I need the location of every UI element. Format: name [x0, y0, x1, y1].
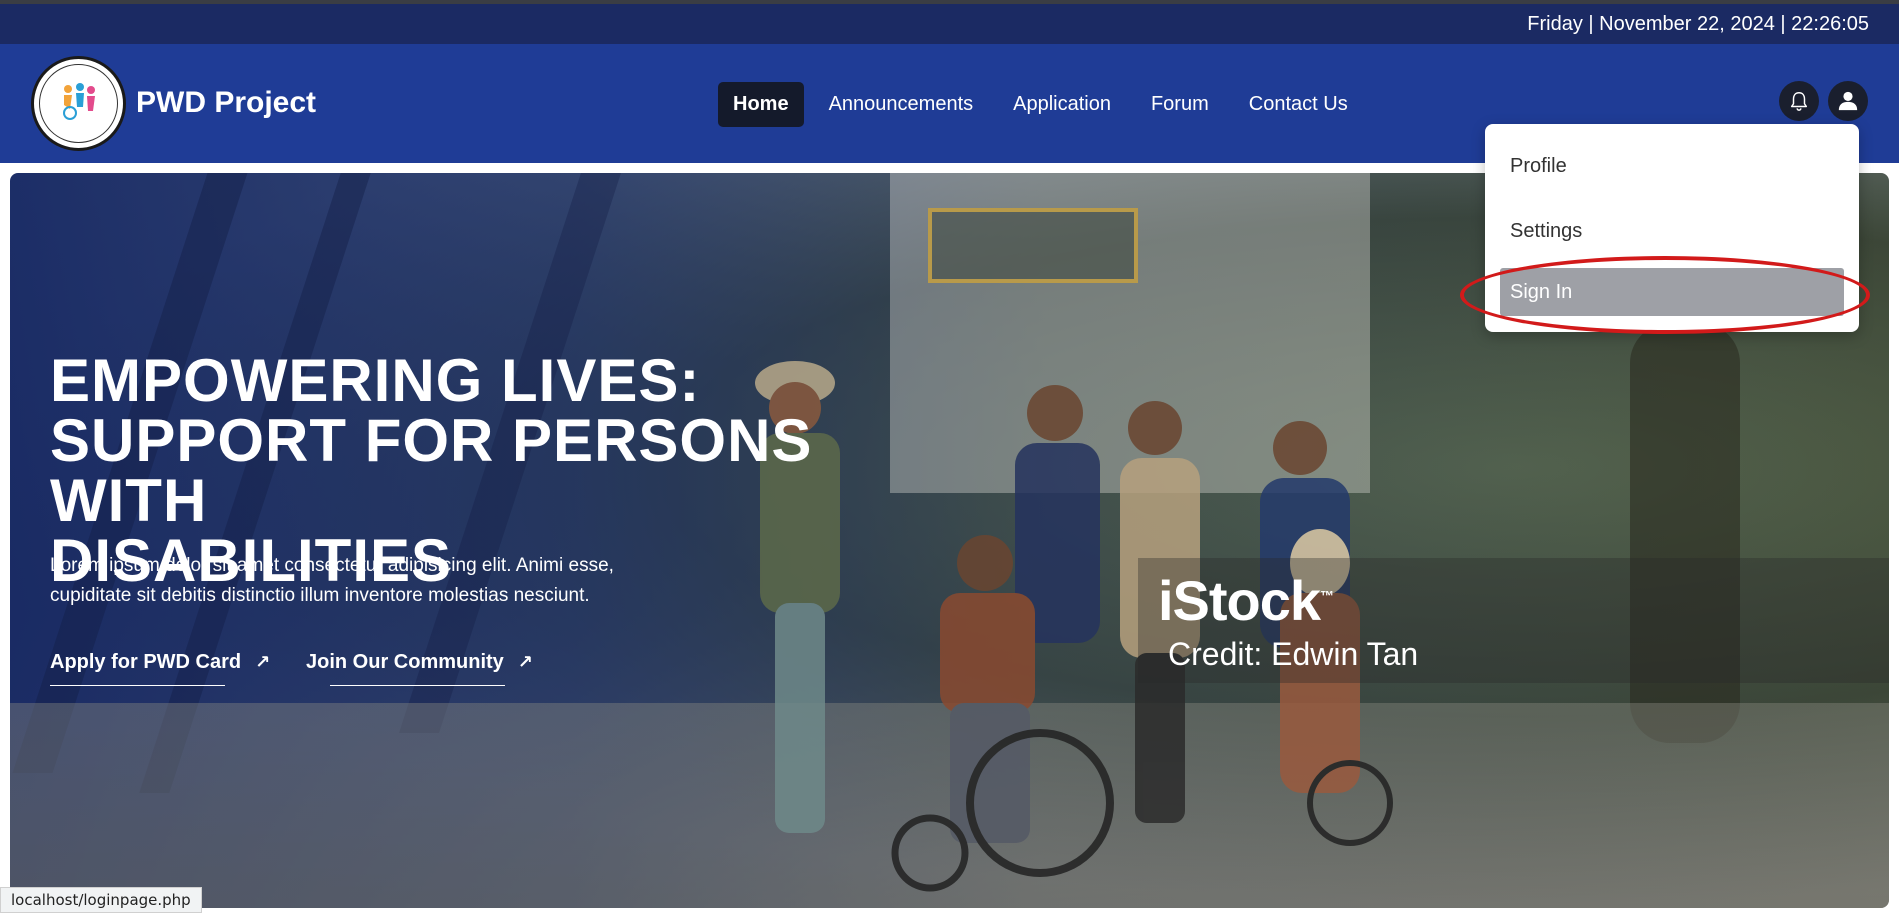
- nav-link-forum[interactable]: Forum: [1136, 82, 1224, 127]
- stock-watermark: iStock™ Credit: Edwin Tan: [1138, 558, 1889, 683]
- arrow-up-right-icon: ↗: [255, 652, 271, 672]
- notifications-button[interactable]: [1779, 81, 1819, 121]
- nav-link-contact-us[interactable]: Contact Us: [1234, 82, 1363, 127]
- cta-underline: [50, 685, 225, 686]
- cta-label: Join Our Community: [306, 651, 504, 673]
- user-icon: [1838, 91, 1858, 111]
- menu-item-profile[interactable]: Profile: [1485, 140, 1859, 192]
- join-community-link[interactable]: Join Our Community ↗: [306, 651, 533, 686]
- annotation-highlight-ring: [1460, 256, 1870, 334]
- arrow-up-right-icon: ↗: [517, 652, 533, 672]
- cta-label: Apply for PWD Card: [50, 651, 242, 673]
- watermark-brand: iStock™: [1158, 569, 1334, 632]
- watermark-credit: Credit: Edwin Tan: [1168, 636, 1419, 672]
- user-menu-button[interactable]: [1828, 81, 1868, 121]
- browser-status-url: localhost/loginpage.php: [0, 887, 202, 913]
- cta-underline: [330, 685, 505, 686]
- nav-link-application[interactable]: Application: [998, 82, 1126, 127]
- logo-figures-icon: [63, 83, 95, 120]
- menu-item-settings[interactable]: Settings: [1485, 205, 1859, 257]
- bell-icon: [1790, 92, 1808, 111]
- brand-name[interactable]: PWD Project: [136, 86, 316, 120]
- hero-headline-line: EMPOWERING LIVES:: [50, 347, 701, 414]
- primary-nav: Home Announcements Application Forum Con…: [718, 82, 1363, 127]
- apply-pwd-card-link[interactable]: Apply for PWD Card ↗: [50, 651, 271, 686]
- nav-link-home[interactable]: Home: [718, 82, 804, 127]
- date-time-display: Friday | November 22, 2024 | 22:26:05: [1527, 13, 1869, 35]
- date-bar: Friday | November 22, 2024 | 22:26:05: [0, 4, 1899, 44]
- hero-subtext: Lorem ipsum dolor sit amet consectetur a…: [50, 555, 614, 606]
- pwd-logo[interactable]: [31, 56, 126, 151]
- nav-link-announcements[interactable]: Announcements: [814, 82, 989, 127]
- hero-headline-line: SUPPORT FOR PERSONS WITH: [50, 407, 813, 534]
